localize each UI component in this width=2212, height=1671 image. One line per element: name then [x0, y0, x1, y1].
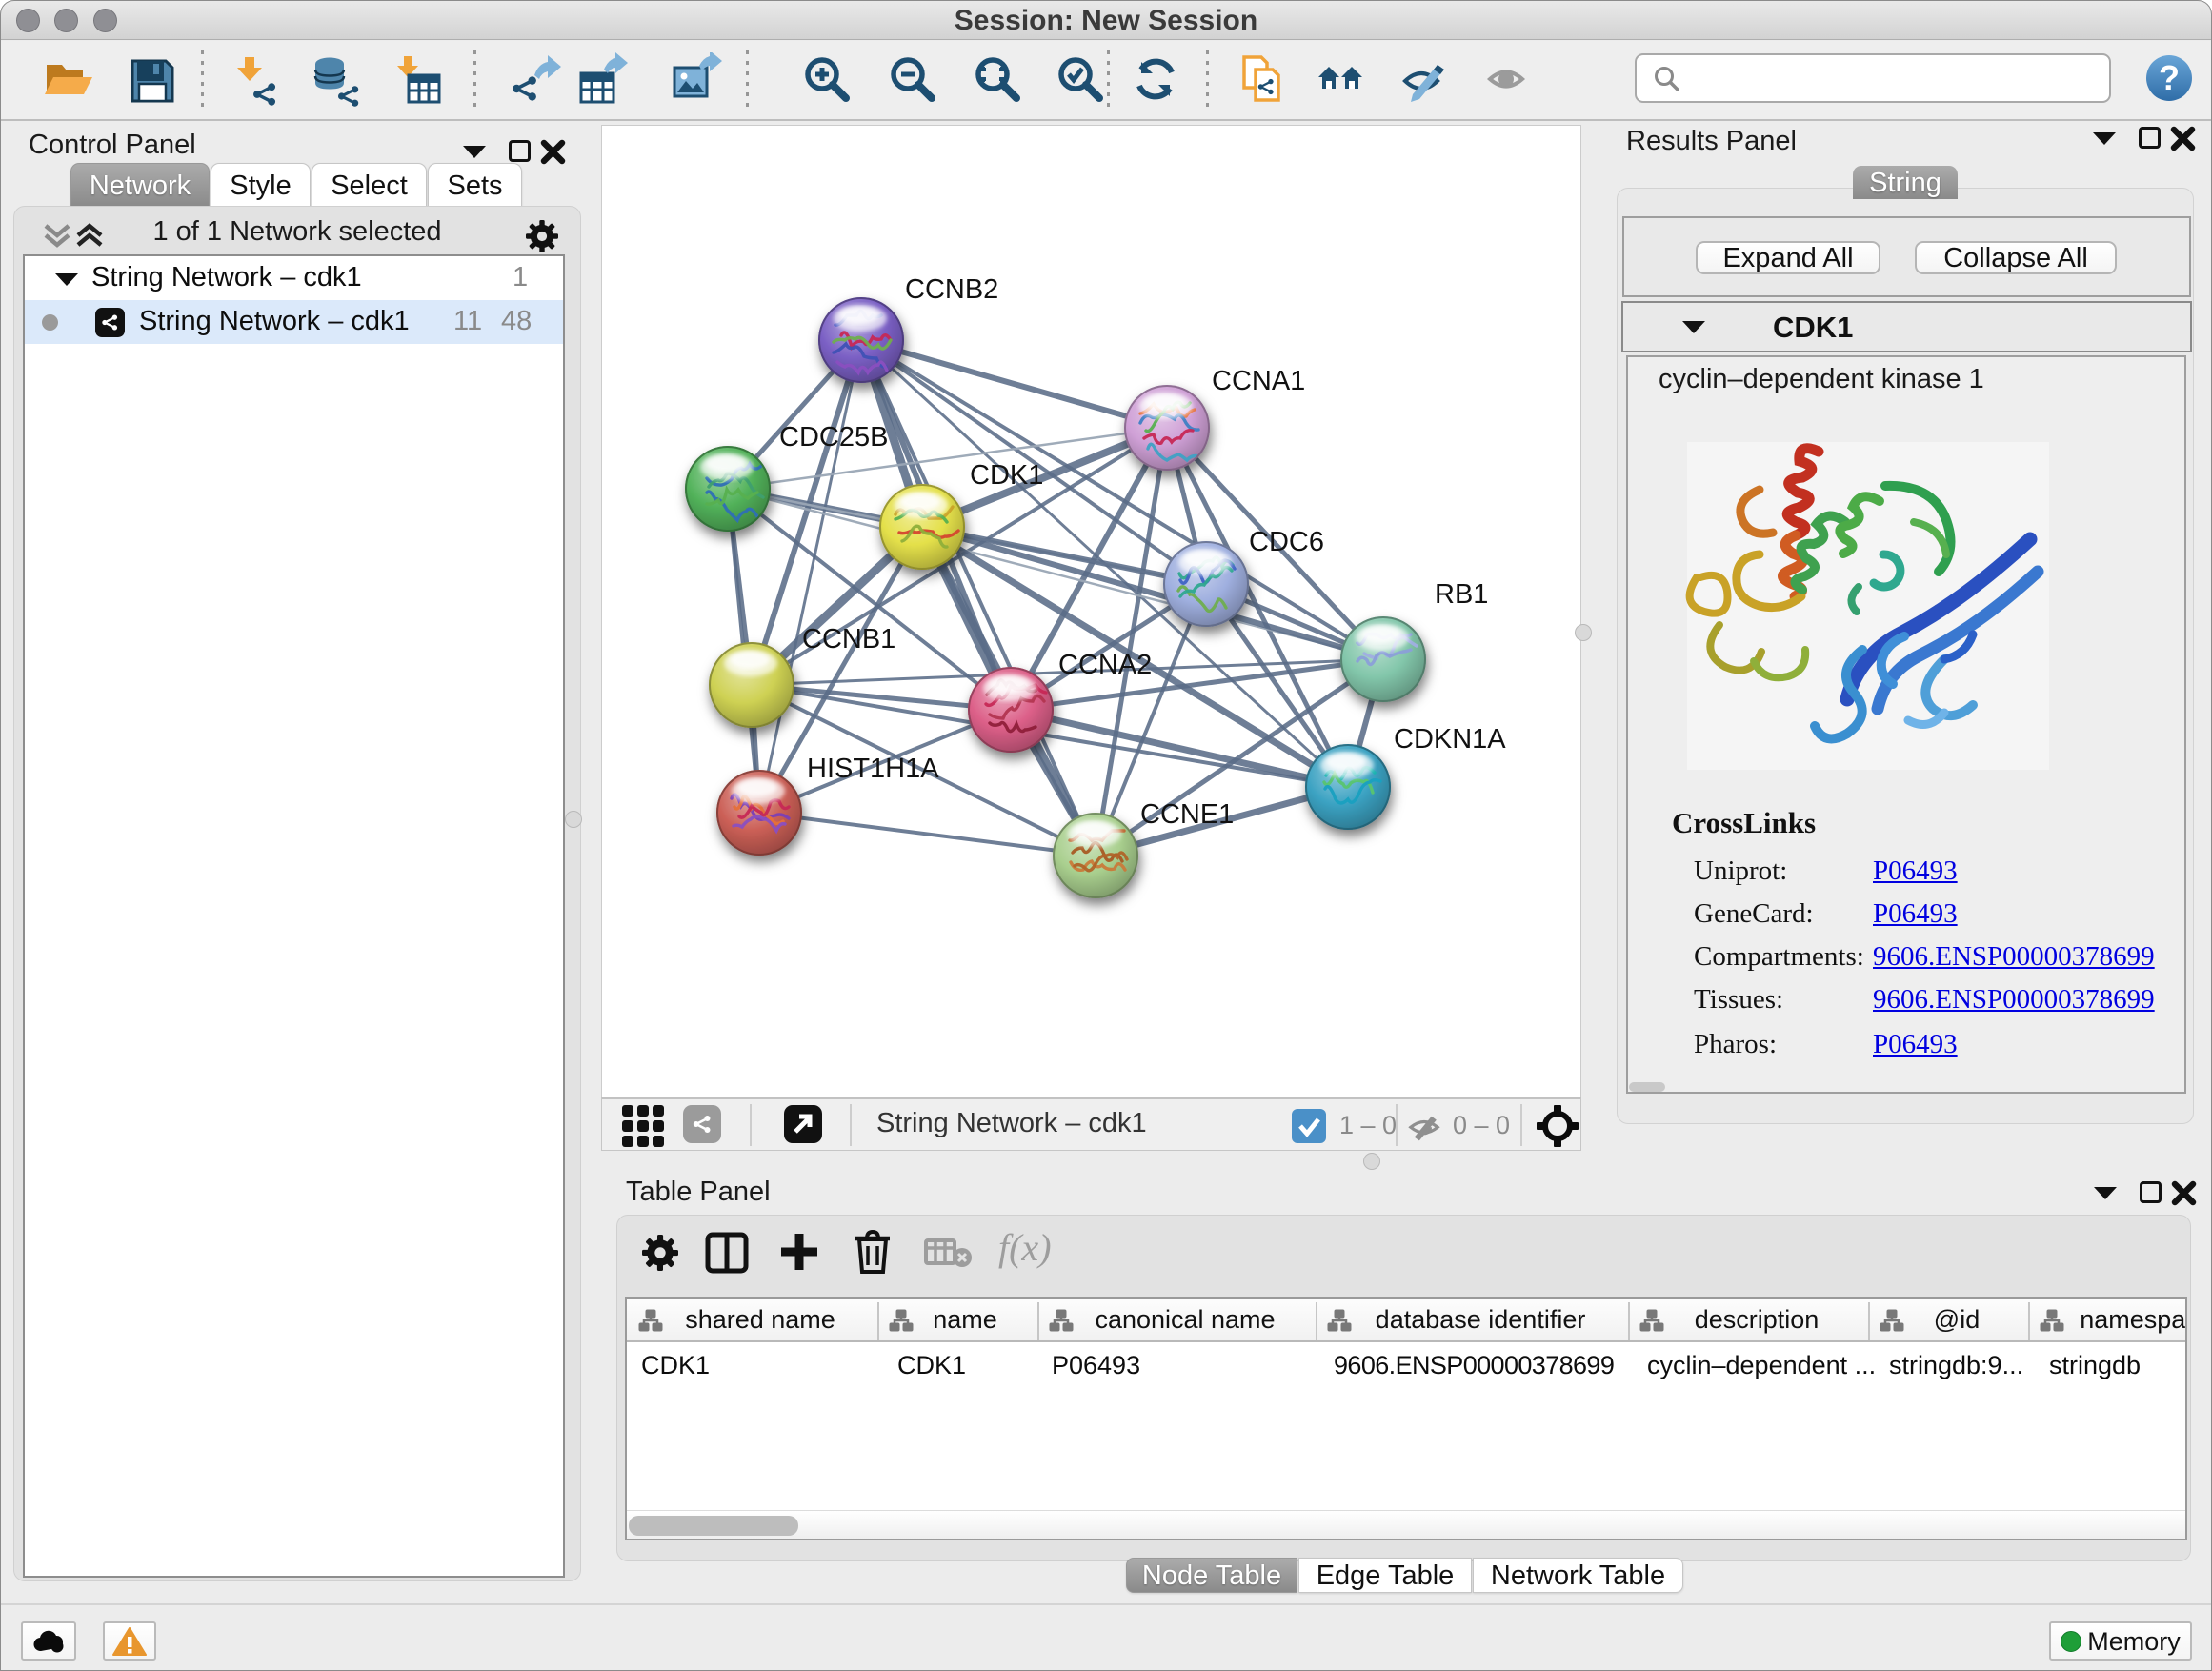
svg-text:CDKN1A: CDKN1A	[1394, 724, 1506, 755]
svg-text:CDK1: CDK1	[970, 460, 1043, 491]
svg-text:CCNB1: CCNB1	[802, 624, 895, 654]
svg-text:RB1: RB1	[1435, 579, 1488, 610]
svg-text:CCNA2: CCNA2	[1058, 650, 1152, 680]
svg-text:HIST1H1A: HIST1H1A	[807, 754, 939, 784]
svg-text:CCNE1: CCNE1	[1140, 799, 1234, 830]
svg-text:CCNB2: CCNB2	[905, 274, 998, 305]
svg-text:CDC25B: CDC25B	[779, 422, 888, 453]
svg-text:CDC6: CDC6	[1249, 527, 1324, 557]
svg-text:CCNA1: CCNA1	[1212, 366, 1305, 396]
